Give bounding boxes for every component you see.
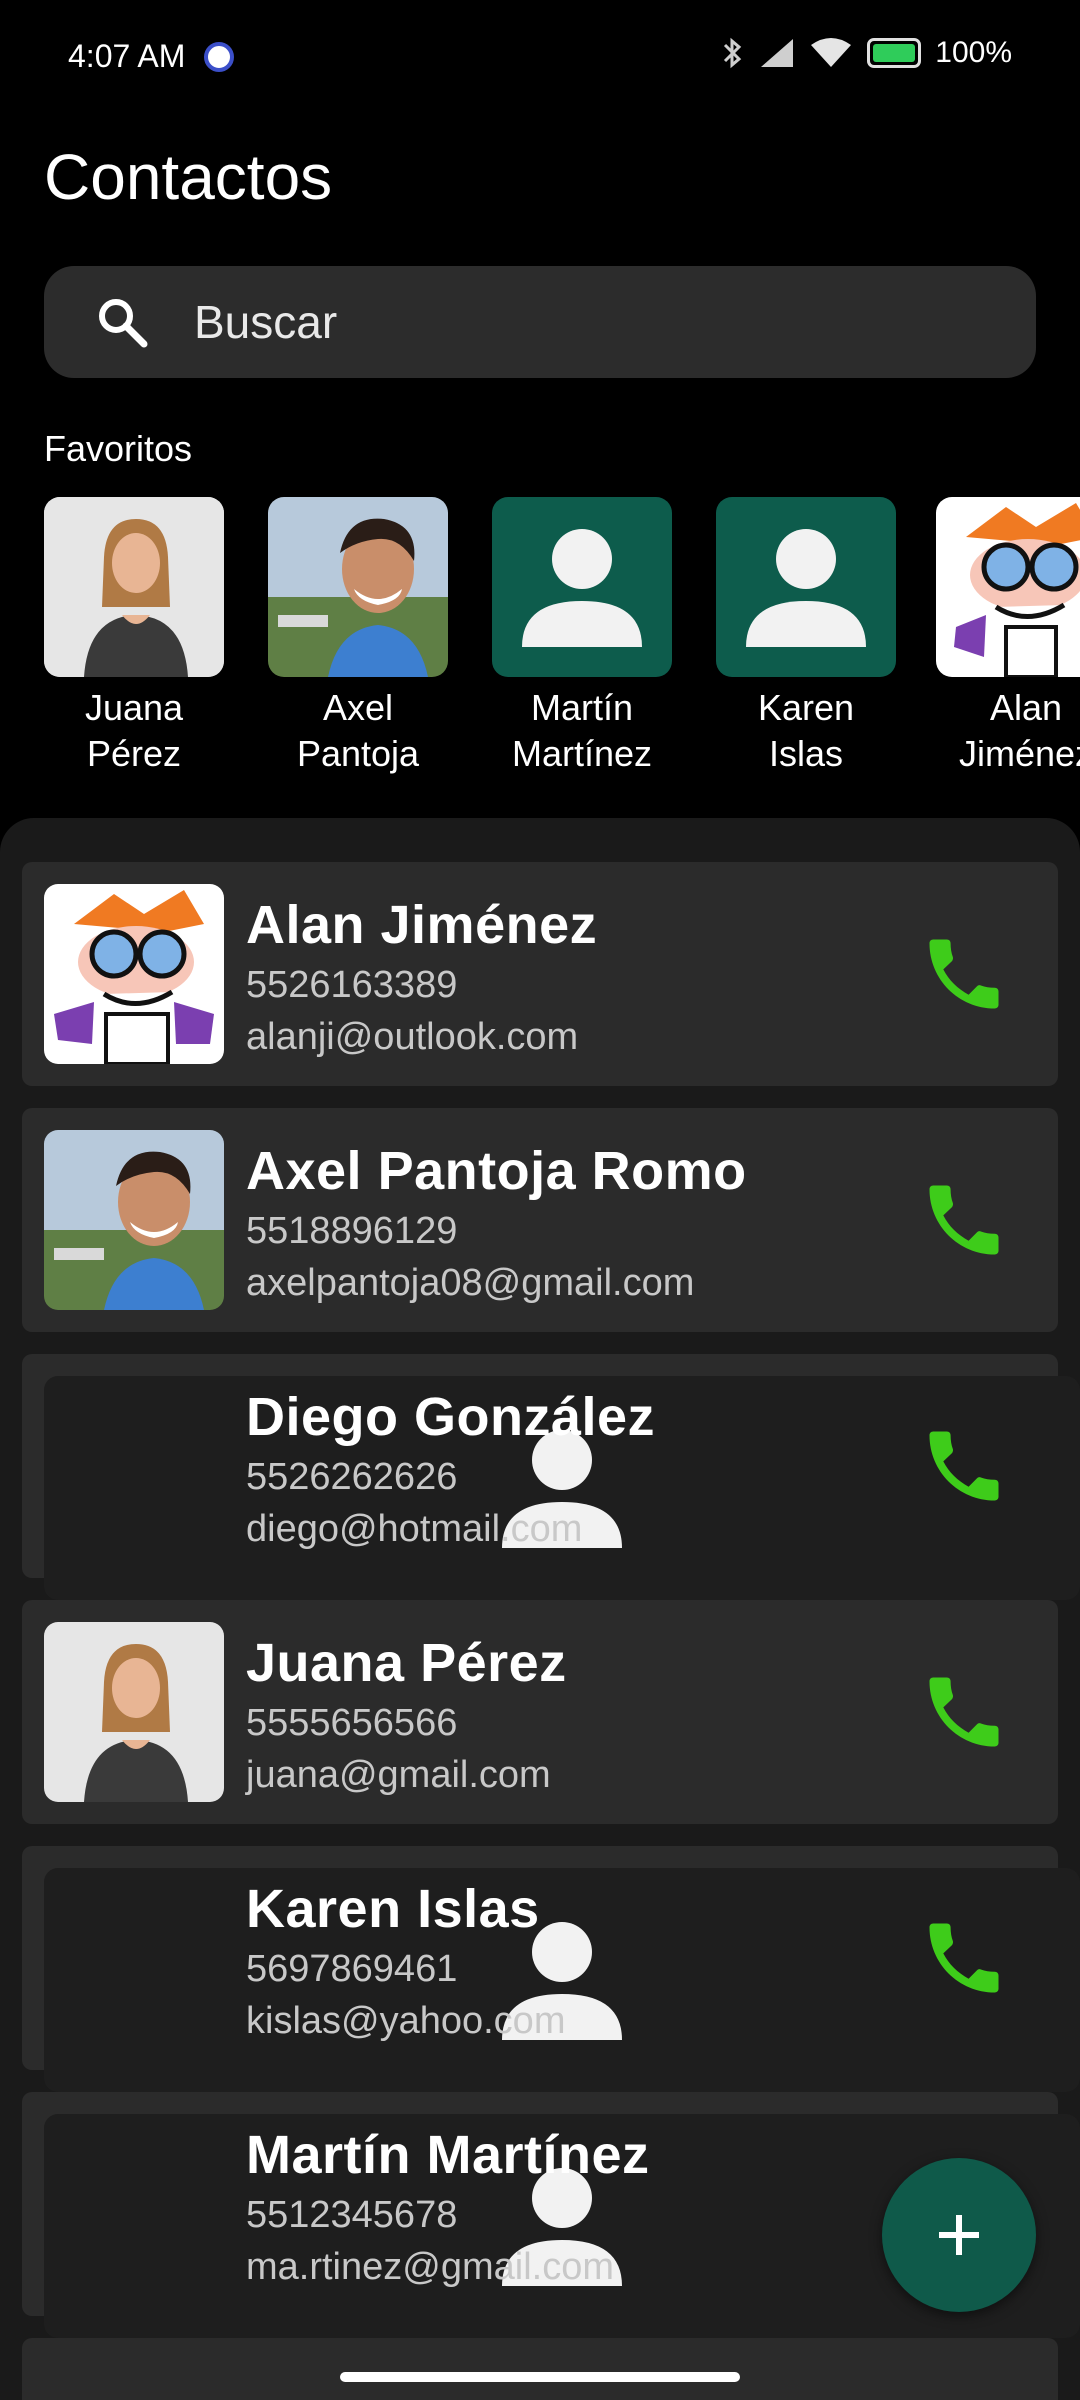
search-bar[interactable]: Buscar	[44, 266, 1036, 378]
contact-email: alanji@outlook.com	[246, 1016, 579, 1058]
search-placeholder: Buscar	[194, 296, 338, 348]
favorite-first-name: Martín	[530, 687, 634, 728]
favorite-first-name: Juana	[84, 687, 184, 728]
contact-email: kislas@yahoo.com	[246, 2000, 566, 2042]
contact-name: Martín Martínez	[246, 2125, 650, 2185]
contact-phone: 5526163389	[246, 964, 458, 1006]
contact-phone: 5512345678	[246, 2194, 458, 2236]
add-contact-button[interactable]	[882, 2158, 1036, 2312]
contact-phone: 5526262626	[246, 1456, 458, 1498]
bluetooth-icon	[724, 37, 742, 69]
phone-icon[interactable]	[918, 1912, 1010, 2004]
contact-email: axelpantoja08@gmail.com	[246, 1262, 695, 1304]
contact-email: diego@hotmail.com	[246, 1508, 583, 1550]
contact-card[interactable]: Diego González 5526262626 diego@hotmail.…	[22, 1354, 1080, 1600]
page-title: Contactos	[44, 141, 333, 213]
favorite-last-name: Islas	[768, 733, 844, 774]
contact-name: Axel Pantoja Romo	[246, 1141, 747, 1201]
favorites-label: Favoritos	[44, 428, 193, 469]
phone-icon[interactable]	[918, 1174, 1010, 1266]
contacts-list-panel: Alan Jiménez 5526163389 alanji@outlook.c…	[0, 818, 1080, 2400]
favorite-first-name: Alan	[989, 687, 1063, 728]
battery-icon	[867, 38, 922, 68]
contact-card[interactable]: Juana Pérez 5555656566 juana@gmail.com	[22, 1600, 1058, 1824]
avatar	[44, 1130, 224, 1310]
wifi-icon	[811, 38, 852, 67]
search-icon	[99, 299, 148, 348]
avatar	[44, 1622, 224, 1802]
contact-phone: 5555656566	[246, 1702, 458, 1744]
signal-icon	[761, 39, 794, 67]
favorite-last-name: Jiménez	[958, 733, 1080, 774]
contact-card[interactable]: Alan Jiménez 5526163389 alanji@outlook.c…	[22, 862, 1058, 1086]
plus-icon	[939, 2215, 979, 2255]
phone-icon[interactable]	[918, 1420, 1010, 1512]
contact-email: ma.rtinez@gmail.com	[246, 2246, 614, 2288]
contact-name: Karen Islas	[246, 1879, 540, 1939]
favorites-row: Juana Pérez Axel Pantoja Martín Martínez…	[44, 497, 1080, 797]
person-icon	[746, 529, 866, 647]
contact-name: Diego González	[246, 1387, 656, 1447]
favorite-item[interactable]: Karen Islas	[716, 497, 896, 777]
notification-app-icon	[204, 42, 234, 72]
favorite-last-name: Pantoja	[296, 733, 420, 774]
avatar	[44, 884, 224, 1064]
phone-icon[interactable]	[918, 1666, 1010, 1758]
avatar	[268, 497, 448, 677]
contact-card[interactable]	[22, 2338, 1058, 2400]
status-right-group: 100%	[719, 36, 1012, 70]
favorite-item[interactable]: Alan Jiménez	[936, 497, 1080, 777]
avatar	[716, 497, 896, 677]
avatar	[936, 497, 1080, 677]
contact-name: Juana Pérez	[246, 1633, 567, 1693]
favorite-last-name: Martínez	[511, 733, 653, 774]
contact-email: juana@gmail.com	[246, 1754, 551, 1796]
favorite-item[interactable]: Axel Pantoja	[268, 497, 448, 777]
battery-percent: 100%	[935, 36, 1012, 69]
gesture-nav-handle[interactable]	[340, 2372, 740, 2382]
contact-phone: 5518896129	[246, 1210, 458, 1252]
status-bar: 4:07 AM 100%	[0, 0, 1080, 120]
favorite-item[interactable]: Martín Martínez	[492, 497, 672, 777]
status-time: 4:07 AM	[68, 38, 186, 74]
favorite-first-name: Karen	[757, 687, 855, 728]
contact-card[interactable]: Axel Pantoja Romo 5518896129 axelpantoja…	[22, 1108, 1058, 1332]
contact-card[interactable]: Karen Islas 5697869461 kislas@yahoo.com	[22, 1846, 1080, 2092]
phone-icon[interactable]	[918, 928, 1010, 1020]
contact-name: Alan Jiménez	[246, 895, 598, 955]
contact-phone: 5697869461	[246, 1948, 458, 1990]
person-icon	[522, 529, 642, 647]
favorite-first-name: Axel	[322, 687, 394, 728]
avatar	[492, 497, 672, 677]
favorite-item[interactable]: Juana Pérez	[44, 497, 224, 777]
favorite-last-name: Pérez	[86, 733, 182, 774]
avatar	[44, 497, 224, 677]
